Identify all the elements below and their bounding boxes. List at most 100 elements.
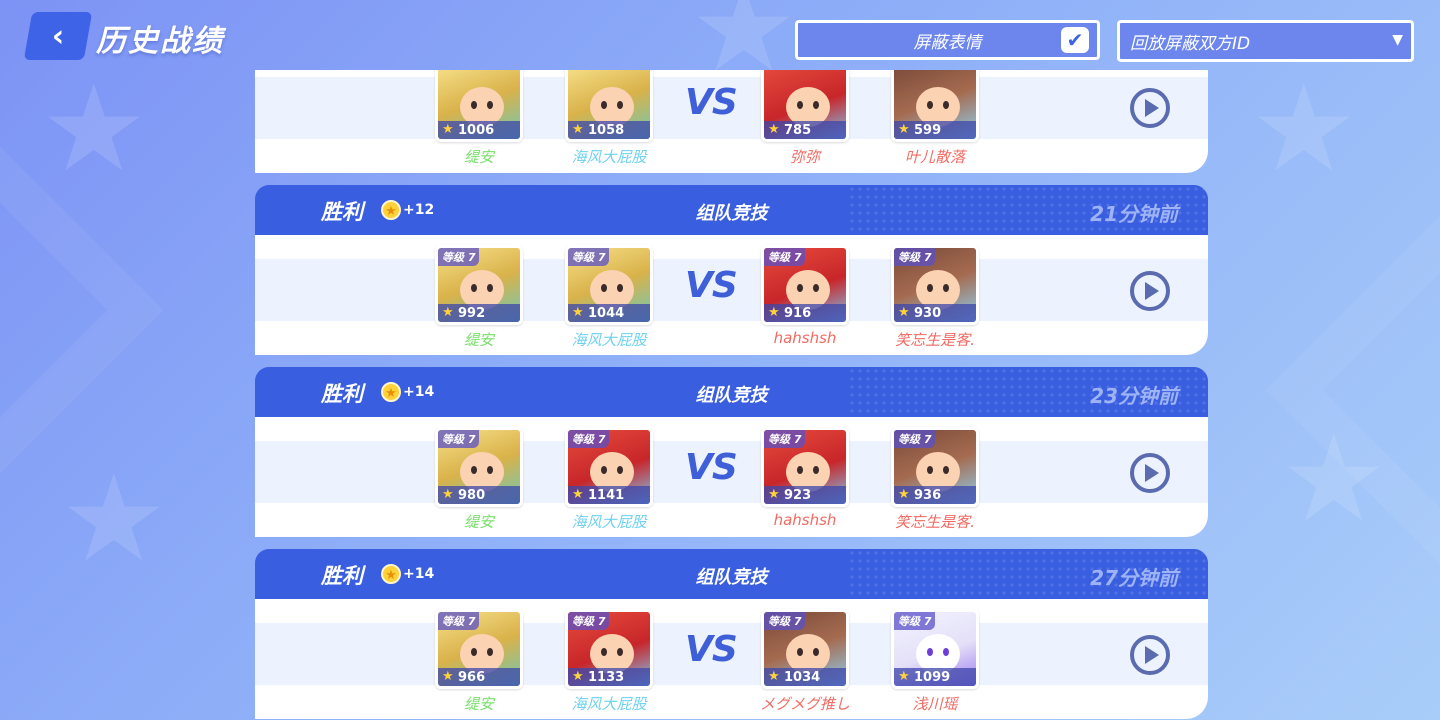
player-name: hahshsh (773, 511, 837, 529)
match-card-header: 胜利 ★ +14 组队竞技 23分钟前 (255, 367, 1208, 417)
hero-avatar: ★ 1058 (565, 70, 653, 142)
player-score: 1133 (588, 670, 625, 685)
player-slot[interactable]: 等级 7 ★ 1133 海风大屁股 (565, 609, 653, 713)
replay-hide-ids-select[interactable]: 回放屏蔽双方ID ▼ (1117, 20, 1414, 62)
star-icon: ★ (898, 305, 910, 320)
vs-label: VS (685, 447, 738, 488)
player-slot[interactable]: ★ 599 叶儿散落 (891, 70, 979, 166)
player-level: 等级 7 (438, 612, 480, 630)
hero-avatar: ★ 599 (891, 70, 979, 142)
player-slot[interactable]: ★ 1006 缇安 (435, 70, 523, 166)
background-star-icon: ★ (40, 60, 148, 199)
chevron-left-icon: ‹ (51, 18, 65, 54)
player-slot[interactable]: 等级 7 ★ 980 缇安 (435, 427, 523, 531)
match-mode: 组队竞技 (695, 385, 768, 406)
background-star-icon: ★ (1280, 410, 1388, 549)
player-slot[interactable]: 等级 7 ★ 1044 海风大屁股 (565, 245, 653, 349)
player-score: 966 (458, 670, 486, 685)
player-level: 等级 7 (438, 430, 480, 448)
hero-avatar: 等级 7 ★ 930 (891, 245, 979, 325)
player-slot[interactable]: 等级 7 ★ 1141 海风大屁股 (565, 427, 653, 531)
player-slot[interactable]: 等级 7 ★ 1099 浅川瑶 (891, 609, 979, 713)
vs-label: VS (685, 265, 738, 306)
player-slot[interactable]: 等级 7 ★ 923 hahshsh (761, 427, 849, 529)
player-score: 992 (458, 306, 486, 321)
hero-avatar: 等级 7 ★ 936 (891, 427, 979, 507)
player-name: 缇安 (463, 695, 494, 713)
header: ‹ 历史战绩 屏蔽表情 ✔ 回放屏蔽双方ID ▼ (0, 0, 1440, 70)
star-icon: ★ (572, 487, 584, 502)
hero-avatar: 等级 7 ★ 1133 (565, 609, 653, 689)
replay-play-button[interactable] (1130, 88, 1170, 128)
player-slot[interactable]: ★ 785 弥弥 (761, 70, 849, 166)
hero-avatar: 等级 7 ★ 1044 (565, 245, 653, 325)
hero-avatar: 等级 7 ★ 1099 (891, 609, 979, 689)
player-score: 1006 (458, 123, 495, 138)
background-star-icon: ★ (1250, 60, 1358, 199)
player-name: 浅川瑶 (912, 695, 958, 713)
player-name: 弥弥 (789, 148, 820, 166)
player-level: 等级 7 (764, 248, 806, 266)
player-level: 等级 7 (894, 248, 936, 266)
player-score: 1058 (588, 123, 625, 138)
match-card-header: 胜利 ★ +14 组队竞技 27分钟前 (255, 549, 1208, 599)
player-score: 785 (784, 123, 812, 138)
match-card: 胜利 ★ +14 组队竞技 23分钟前 等级 7 ★ 980 缇安 等级 7 ★ 1… (255, 367, 1208, 537)
player-score: 1099 (914, 670, 951, 685)
player-level: 等级 7 (894, 612, 936, 630)
match-card-header: 胜利 ★ +12 组队竞技 21分钟前 (255, 185, 1208, 235)
player-slot[interactable]: 等级 7 ★ 916 hahshsh (761, 245, 849, 347)
player-slot[interactable]: 等级 7 ★ 930 笑忘生是客. (891, 245, 979, 349)
star-icon: ★ (572, 669, 584, 684)
player-slot[interactable]: ★ 1058 海风大屁股 (565, 70, 653, 166)
player-score: 936 (914, 488, 942, 503)
match-card-body: 等级 7 ★ 966 缇安 等级 7 ★ 1133 海风大屁股 VS 等级 7 ★ 1… (255, 599, 1208, 719)
player-name: 海风大屁股 (571, 695, 647, 713)
player-slot[interactable]: 等级 7 ★ 992 缇安 (435, 245, 523, 349)
star-icon: ★ (442, 122, 454, 137)
player-name: 海风大屁股 (571, 513, 647, 531)
background-diamond (0, 126, 164, 494)
player-level: 等级 7 (894, 430, 936, 448)
player-score: 1141 (588, 488, 625, 503)
match-card-body: ★ 1006 缇安 ★ 1058 海风大屁股 VS ★ 785 弥弥 ★ 599… (255, 70, 1208, 173)
replay-hide-ids-label: 回放屏蔽双方ID (1130, 33, 1251, 54)
player-level: 等级 7 (438, 248, 480, 266)
hero-avatar: 等级 7 ★ 980 (435, 427, 523, 507)
match-time: 23分钟前 (1090, 384, 1178, 408)
vs-label: VS (685, 82, 738, 123)
player-name: 海风大屁股 (571, 148, 647, 166)
replay-play-button[interactable] (1130, 453, 1170, 493)
match-time: 21分钟前 (1090, 202, 1178, 226)
player-slot[interactable]: 等级 7 ★ 1034 メグメグ推し (760, 609, 850, 713)
star-icon: ★ (898, 122, 910, 137)
player-slot[interactable]: 等级 7 ★ 966 缇安 (435, 609, 523, 713)
match-card-body: 等级 7 ★ 992 缇安 等级 7 ★ 1044 海风大屁股 VS 等级 7 ★ 9… (255, 235, 1208, 355)
star-icon: ★ (572, 122, 584, 137)
hide-emotes-label: 屏蔽表情 (913, 32, 982, 53)
hero-avatar: 等级 7 ★ 966 (435, 609, 523, 689)
match-mode: 组队竞技 (695, 567, 768, 588)
player-score: 1044 (588, 306, 625, 321)
match-card: 胜利 ★ +14 组队竞技 27分钟前 等级 7 ★ 966 缇安 等级 7 ★ 1… (255, 549, 1208, 719)
match-mode: 组队竞技 (695, 203, 768, 224)
match-card-body: 等级 7 ★ 980 缇安 等级 7 ★ 1141 海风大屁股 VS 等级 7 ★ 9… (255, 417, 1208, 537)
player-name: 海风大屁股 (571, 331, 647, 349)
replay-play-button[interactable] (1130, 635, 1170, 675)
star-icon: ★ (442, 305, 454, 320)
hide-emotes-toggle[interactable]: 屏蔽表情 ✔ (795, 20, 1100, 60)
player-name: 缇安 (463, 513, 494, 531)
star-icon: ★ (442, 487, 454, 502)
match-card: 胜利 ★ +12 组队竞技 21分钟前 等级 7 ★ 992 缇安 等级 7 ★ 1… (255, 185, 1208, 355)
star-icon: ★ (768, 305, 780, 320)
checkbox-checked-icon[interactable]: ✔ (1061, 27, 1089, 53)
player-score: 980 (458, 488, 486, 503)
star-icon: ★ (768, 669, 780, 684)
player-slot[interactable]: 等级 7 ★ 936 笑忘生是客. (891, 427, 979, 531)
back-button[interactable]: ‹ (23, 12, 93, 60)
hero-avatar: 等级 7 ★ 1141 (565, 427, 653, 507)
hero-avatar: 等级 7 ★ 1034 (761, 609, 849, 689)
replay-play-button[interactable] (1130, 271, 1170, 311)
match-history-list[interactable]: ★ 1006 缇安 ★ 1058 海风大屁股 VS ★ 785 弥弥 ★ 599… (255, 70, 1208, 720)
player-name: 缇安 (463, 331, 494, 349)
